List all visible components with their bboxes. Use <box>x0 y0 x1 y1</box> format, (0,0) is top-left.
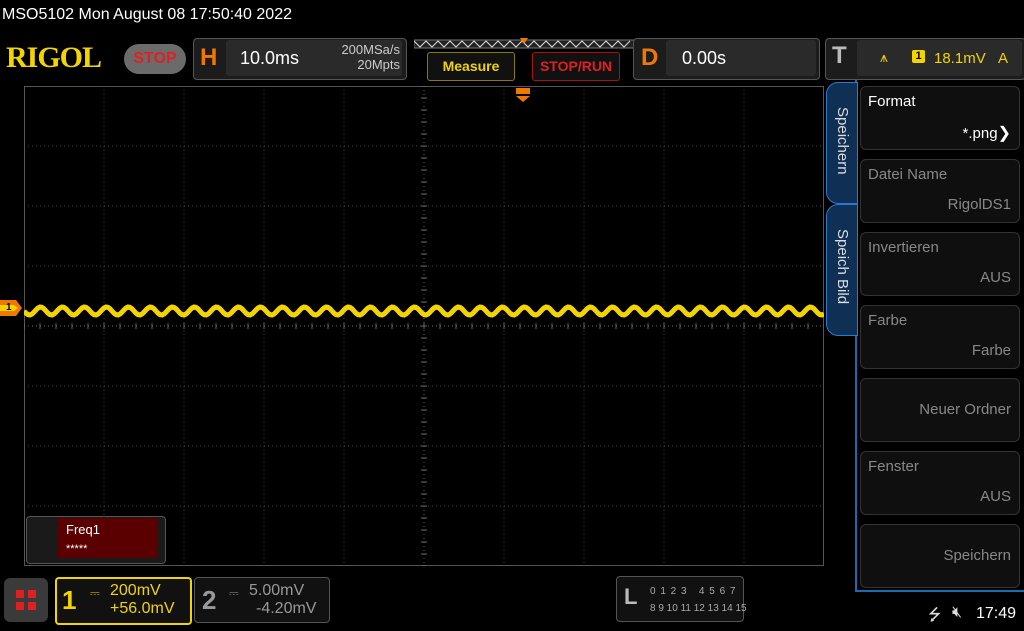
menu-item-value: Speichern <box>943 547 1011 564</box>
menu-item-value: Neuer Ordner <box>919 401 1011 418</box>
menu-item-label: Invertieren <box>868 239 939 256</box>
tab-speich-bild[interactable]: Speich Bild <box>826 204 858 336</box>
stop-run-button[interactable]: STOP/RUN <box>532 52 620 81</box>
menu-item-window[interactable]: Fenster AUS <box>860 451 1020 515</box>
svg-text:T: T <box>521 101 526 110</box>
menu-item-label: Fenster <box>868 458 919 475</box>
menu-item-value: RigolDS1 <box>947 196 1011 213</box>
brand-logo: RIGOL <box>6 41 102 74</box>
memory-depth: 20Mpts <box>357 57 400 72</box>
grid-menu-icon <box>16 590 36 610</box>
logic-channels-row1: 0 1 2 3 4 5 6 7 <box>650 586 737 597</box>
sample-info: 200MSa/s 20Mpts <box>320 42 400 72</box>
trigger-level: 18.1mV <box>934 50 986 67</box>
logic-channels-row2: 8 9 10 11 12 13 14 15 <box>650 603 747 614</box>
delay-letter: D <box>641 44 659 71</box>
ch1-marker-label: 1 <box>6 302 12 313</box>
menu-item-label: Datei Name <box>868 166 948 183</box>
menu-item-format[interactable]: Format *.png❯ <box>860 86 1020 150</box>
menu-item-label: Farbe <box>868 312 908 329</box>
ch1-offset-marker[interactable]: 1 <box>0 300 22 316</box>
menu-item-save[interactable]: Speichern <box>860 524 1020 588</box>
trigger-slope-icon: ⩚ <box>880 49 888 65</box>
horizontal-letter: H <box>200 44 218 71</box>
menu-item-color[interactable]: Farbe Farbe <box>860 305 1020 369</box>
menu-item-value: *.png❯ <box>962 125 1011 142</box>
menu-item-value: Farbe <box>971 342 1011 359</box>
trigger-source-badge: 1 <box>912 50 925 63</box>
channel-2-number: 2 <box>202 585 217 615</box>
menu-item-file-name[interactable]: Datei Name RigolDS1 <box>860 159 1020 223</box>
dc-coupling-icon: ⎓ <box>229 586 239 600</box>
dc-coupling-icon: ⎓ <box>90 586 100 600</box>
home-button[interactable] <box>4 578 48 622</box>
title-bar: MSO5102 Mon August 08 17:50:40 2022 <box>2 6 292 23</box>
delay-value: 0.00s <box>682 48 727 68</box>
channel-2-scale: 5.00mV <box>249 582 305 599</box>
menu-item-invert[interactable]: Invertieren AUS <box>860 232 1020 296</box>
trigger-position-marker[interactable]: T <box>515 88 531 110</box>
usb-icon: ⭍ <box>928 607 942 624</box>
sample-rate: 200MSa/s <box>341 42 400 57</box>
timebase-value: 10.0ms <box>240 48 300 68</box>
measurement-label: Freq1 <box>66 522 100 537</box>
menu-item-new-folder[interactable]: Neuer Ordner <box>860 378 1020 442</box>
channel-1-scale: 200mV <box>110 582 161 599</box>
trigger-mode: A <box>998 50 1009 67</box>
channel-2-offset: -4.20mV <box>256 600 317 617</box>
tab-speichern-label: Speichern <box>834 107 851 175</box>
menu-item-value: AUS <box>980 488 1011 505</box>
run-state-badge[interactable]: STOP <box>124 44 186 74</box>
channel-1-number: 1 <box>62 585 77 615</box>
channel-1-offset: +56.0mV <box>110 600 175 617</box>
measurement-value: ***** <box>66 543 88 555</box>
tab-speich-bild-label: Speich Bild <box>834 229 851 305</box>
logic-letter: L <box>624 584 638 609</box>
clock: 17:49 <box>976 605 1017 622</box>
measure-button[interactable]: Measure <box>427 52 515 81</box>
menu-item-label: Format <box>868 93 916 110</box>
tab-speichern[interactable]: Speichern <box>826 82 858 204</box>
memory-position-bar <box>414 38 634 49</box>
chevron-right-icon: ❯ <box>997 125 1011 142</box>
speaker-muted-icon[interactable]: 🔇︎ <box>952 604 962 622</box>
menu-item-value: AUS <box>980 269 1011 286</box>
waveform-grid[interactable] <box>24 86 824 566</box>
trigger-letter: T <box>832 42 847 69</box>
